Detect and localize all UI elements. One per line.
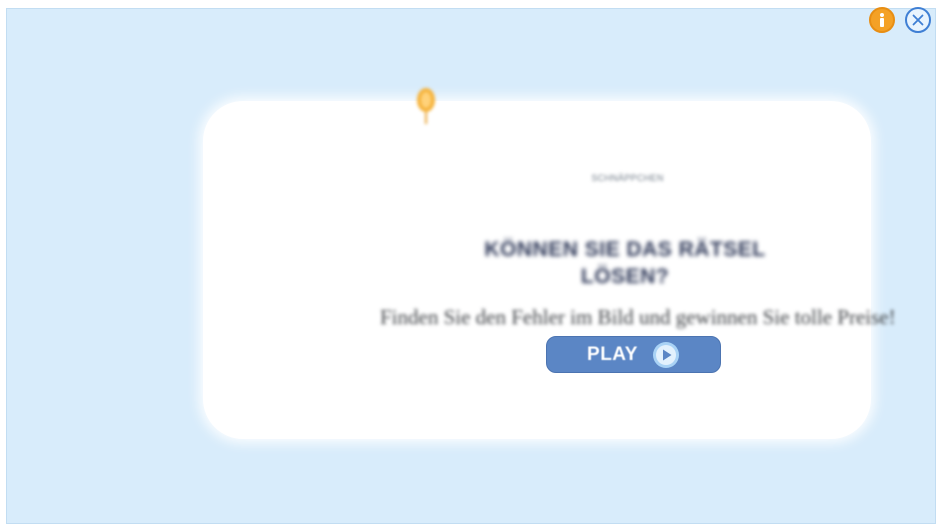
ad-title: KÖNNEN SIE DAS RÄTSEL LÖSEN? bbox=[484, 238, 766, 288]
play-circle-icon bbox=[652, 341, 680, 369]
ad-kicker: SCHNÄPPCHEN bbox=[591, 173, 664, 183]
play-button[interactable]: PLAY bbox=[546, 336, 721, 373]
ad-subtitle: Finden Sie den Fehler im Bild und gewinn… bbox=[380, 305, 895, 329]
info-icon bbox=[880, 13, 884, 27]
play-label: PLAY bbox=[587, 343, 638, 365]
pin-icon bbox=[417, 88, 435, 124]
close-button[interactable] bbox=[905, 7, 931, 33]
close-icon bbox=[912, 14, 924, 26]
info-button[interactable] bbox=[869, 7, 895, 33]
